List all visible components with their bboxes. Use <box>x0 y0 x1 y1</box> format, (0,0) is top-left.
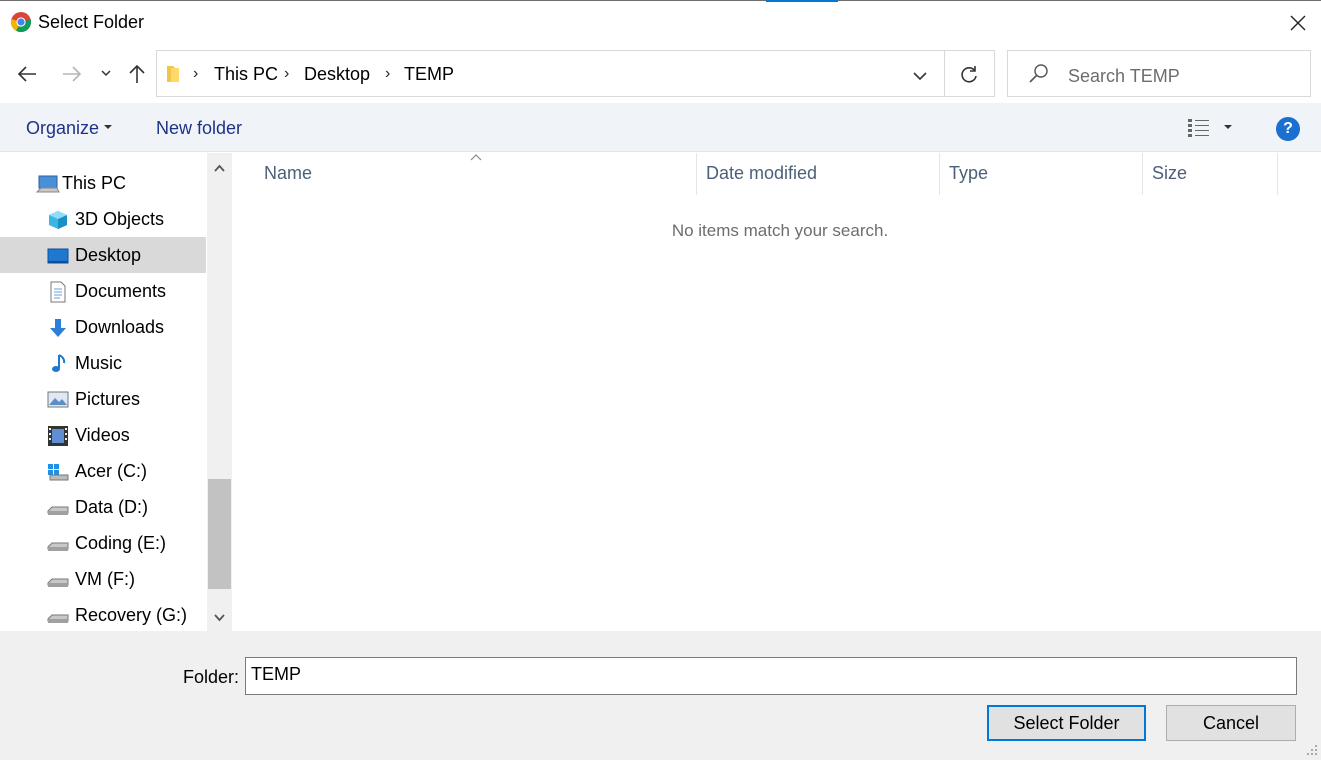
chrome-icon <box>10 12 32 33</box>
folder-label: Folder: <box>183 667 240 687</box>
select-folder-button[interactable]: Select Folder <box>987 705 1146 741</box>
column-header-date-modified[interactable]: Date modified <box>706 163 817 184</box>
file-list: Name Date modified Type Size No items ma… <box>233 153 1321 631</box>
column-divider <box>939 153 940 195</box>
close-icon[interactable] <box>1286 11 1310 35</box>
music-icon <box>52 354 66 372</box>
column-header-type[interactable]: Type <box>949 163 988 184</box>
breadcrumb-this-pc[interactable]: This PC <box>214 64 278 85</box>
breadcrumb-separator: › <box>193 65 199 82</box>
3d-objects-icon <box>49 211 67 229</box>
back-arrow-icon[interactable] <box>15 62 39 86</box>
sidebar-item-music[interactable]: Music <box>0 345 206 381</box>
details-view-icon[interactable] <box>1187 117 1211 139</box>
new-folder-button[interactable]: New folder <box>156 118 242 139</box>
folder-icon <box>167 66 179 82</box>
folder-name-input[interactable]: TEMP <box>245 657 1297 695</box>
column-divider <box>696 153 697 195</box>
column-header-size[interactable]: Size <box>1152 163 1187 184</box>
forward-arrow-icon[interactable] <box>60 62 84 86</box>
pc-icon <box>36 175 60 193</box>
sidebar-item-label: Acer (C:) <box>75 461 147 481</box>
sidebar-item-label: Desktop <box>75 245 142 265</box>
cancel-button[interactable]: Cancel <box>1166 705 1296 741</box>
window-title: Select Folder <box>38 12 145 32</box>
search-icon <box>1029 64 1048 83</box>
refresh-icon[interactable] <box>957 63 981 87</box>
command-bar: Organize New folder ? <box>0 103 1321 152</box>
sidebar-item-label: VM (F:) <box>75 569 135 589</box>
title-bar: Select Folder <box>0 0 1321 46</box>
view-caret-icon[interactable] <box>1224 125 1232 129</box>
select-folder-dialog: Select Folder › This PC › Desktop › TEMP <box>0 0 1321 760</box>
top-border <box>0 0 1321 1</box>
sidebar-item-recovery-g[interactable]: Recovery (G:) <box>0 597 206 631</box>
sidebar-item-data-d[interactable]: Data (D:) <box>0 489 206 525</box>
scroll-up-icon[interactable] <box>211 160 228 177</box>
sidebar-item-label: 3D Objects <box>75 209 165 229</box>
drive-icon <box>47 614 69 623</box>
sidebar-item-label: Coding (E:) <box>75 533 167 553</box>
sidebar-item-label: Documents <box>75 281 167 301</box>
breadcrumb-separator: › <box>385 65 391 82</box>
sort-ascending-icon <box>470 154 482 161</box>
up-arrow-icon[interactable] <box>125 62 149 86</box>
help-icon[interactable]: ? <box>1276 117 1300 141</box>
pictures-icon <box>47 391 69 408</box>
sidebar-item-label: Data (D:) <box>75 497 149 517</box>
column-divider <box>1142 153 1143 195</box>
search-box[interactable]: Search TEMP <box>1007 50 1311 97</box>
sidebar-item-label: Pictures <box>75 389 141 409</box>
navigation-pane: This PC 3D Objects Desktop Documents Dow… <box>0 153 232 631</box>
sidebar-item-downloads[interactable]: Downloads <box>0 309 206 345</box>
sidebar-item-label: Music <box>75 353 123 373</box>
dialog-footer: Folder: TEMP Select Folder Cancel <box>0 631 1321 760</box>
sidebar-item-label: Recovery (G:) <box>75 605 188 625</box>
sidebar-item-3d-objects[interactable]: 3D Objects <box>0 201 206 237</box>
breadcrumb-separator: › <box>284 65 290 82</box>
breadcrumb-temp[interactable]: TEMP <box>404 64 454 85</box>
breadcrumb-desktop[interactable]: Desktop <box>304 64 370 85</box>
sidebar-item-coding-e[interactable]: Coding (E:) <box>0 525 206 561</box>
drive-icon <box>47 542 69 551</box>
scroll-down-icon[interactable] <box>211 609 228 626</box>
sidebar-item-vm-f[interactable]: VM (F:) <box>0 561 206 597</box>
resize-grip-icon[interactable] <box>1305 743 1319 757</box>
videos-icon <box>48 426 68 446</box>
sidebar-item-this-pc[interactable]: This PC <box>0 165 206 201</box>
chevron-down-icon[interactable] <box>909 65 931 87</box>
sidebar-item-label: Videos <box>75 425 130 445</box>
address-bar[interactable]: › This PC › Desktop › TEMP <box>156 50 995 97</box>
empty-message: No items match your search. <box>671 221 889 240</box>
sidebar-item-acer-c[interactable]: Acer (C:) <box>0 453 206 489</box>
column-divider <box>1277 153 1278 195</box>
nav-scrollbar[interactable] <box>207 153 232 631</box>
caret-down-icon <box>104 125 112 129</box>
address-divider <box>944 51 945 96</box>
desktop-icon <box>47 248 69 264</box>
sidebar-item-documents[interactable]: Documents <box>0 273 206 309</box>
sidebar-item-label: Downloads <box>75 317 165 337</box>
system-drive-icon <box>48 464 69 481</box>
downloads-icon <box>50 319 66 337</box>
sidebar-item-label: This PC <box>62 173 127 193</box>
sidebar-item-desktop[interactable]: Desktop <box>0 237 206 273</box>
sidebar-item-videos[interactable]: Videos <box>0 417 206 453</box>
column-header-name[interactable]: Name <box>264 163 312 184</box>
drive-icon <box>47 578 69 587</box>
documents-icon <box>50 281 66 303</box>
top-accent <box>766 0 838 2</box>
search-placeholder: Search TEMP <box>1068 66 1180 86</box>
sidebar-item-pictures[interactable]: Pictures <box>0 381 206 417</box>
chevron-down-icon[interactable] <box>97 64 115 82</box>
drive-icon <box>47 506 69 515</box>
scrollbar-thumb[interactable] <box>208 479 231 589</box>
organize-button[interactable]: Organize <box>26 118 99 139</box>
